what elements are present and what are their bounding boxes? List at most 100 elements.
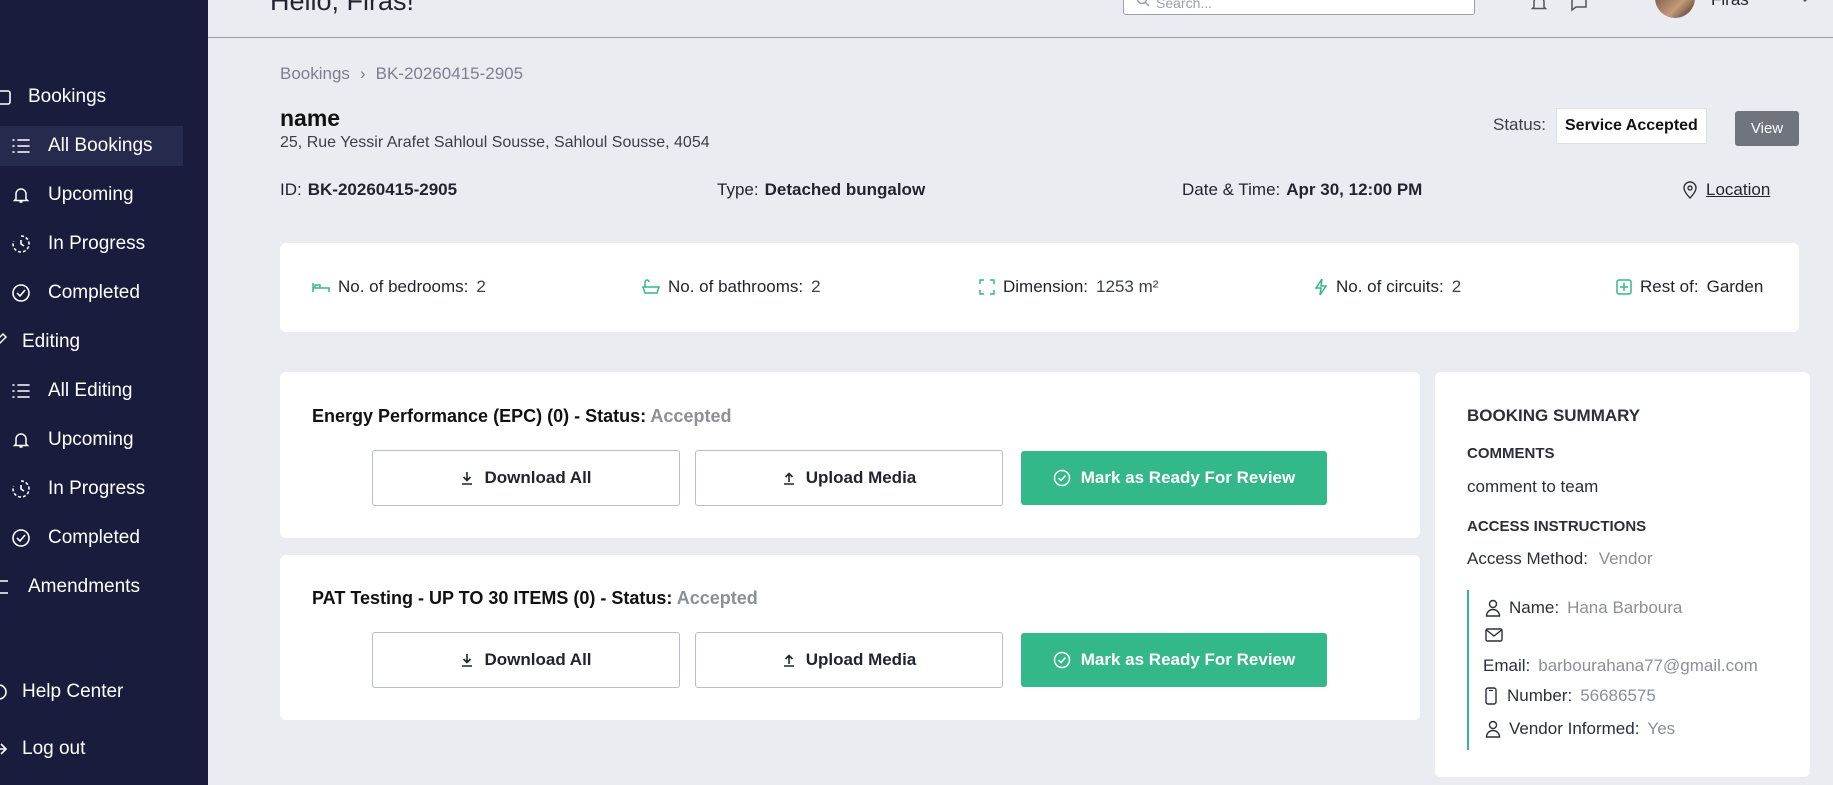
download-all-label: Download All (484, 468, 592, 487)
booking-summary-panel: BOOKING SUMMARY COMMENTS comment to team… (1435, 372, 1810, 777)
service-title: PAT Testing - UP TO 30 ITEMS (0) - Statu… (312, 588, 758, 609)
logout-link[interactable]: Log out (0, 729, 85, 769)
breadcrumb-bookings-link[interactable]: Bookings (280, 64, 350, 84)
dimension-detail: Dimension: 1253 m² (979, 277, 1158, 297)
help-center-link[interactable]: Help Center (0, 672, 123, 712)
access-heading: ACCESS INSTRUCTIONS (1467, 518, 1647, 535)
access-method-label: Access Method: (1467, 549, 1588, 568)
property-details: No. of bedrooms: 2 No. of bathrooms: 2 D… (280, 243, 1799, 332)
sidebar-item-completed[interactable]: Completed (10, 273, 140, 313)
booking-datetime-label: Date & Time: (1182, 180, 1281, 199)
rest-of-value: Garden (1706, 277, 1764, 296)
dimension-value: 1253 m² (1096, 277, 1159, 296)
booking-type-value: Detached bungalow (764, 180, 926, 199)
search-icon (1136, 0, 1150, 10)
bedrooms-label: No. of bedrooms: (338, 277, 469, 296)
booking-address: 25, Rue Yessir Arafet Sahloul Sousse, Sa… (280, 134, 710, 151)
vendor-email-value[interactable]: barbourahana77@gmail.com (1538, 656, 1758, 676)
vendor-informed-label: Vendor Informed: (1509, 719, 1640, 738)
mark-ready-button[interactable]: Mark as Ready For Review (1021, 451, 1327, 505)
sidebar-section-amendments[interactable]: Amendments (0, 567, 140, 607)
bathrooms-value: 2 (811, 277, 821, 296)
upload-media-button[interactable]: Upload Media (695, 450, 1003, 506)
access-method: Access Method: Vendor (1467, 549, 1653, 569)
upload-media-button[interactable]: Upload Media (695, 632, 1003, 688)
vendor-number-value: 56686575 (1580, 686, 1656, 705)
lightning-icon (1314, 278, 1328, 296)
logout-label: Log out (22, 738, 86, 759)
sidebar-item-all-editing[interactable]: All Editing (10, 371, 133, 411)
help-center-label: Help Center (22, 681, 124, 702)
location-link[interactable]: Location (1682, 180, 1770, 200)
check-circle-icon (10, 282, 32, 304)
check-circle-icon (1053, 651, 1070, 669)
comments-text: comment to team (1467, 477, 1599, 496)
view-button[interactable]: View (1735, 111, 1799, 146)
dimension-label: Dimension: (1003, 277, 1089, 296)
download-all-label: Download All (484, 650, 592, 669)
breadcrumb-separator: › (359, 64, 366, 83)
help-icon (0, 681, 10, 703)
vendor-number-label: Number: (1507, 686, 1573, 705)
greeting-text: Hello, Firas! (270, 0, 415, 16)
sidebar-section-editing[interactable]: Editing (0, 322, 80, 362)
mail-icon (1485, 628, 1503, 642)
sidebar-item-in-progress-editing[interactable]: In Progress (10, 469, 145, 509)
list-icon (10, 380, 32, 402)
clock-icon (10, 478, 32, 500)
rest-of-label: Rest of: (1640, 277, 1699, 296)
sidebar-item-label: Completed (48, 282, 140, 303)
download-all-button[interactable]: Download All (372, 450, 680, 506)
booking-type-label: Type: (717, 180, 759, 199)
sidebar-section-label: Amendments (28, 576, 140, 597)
location-label: Location (1706, 180, 1771, 199)
sidebar-item-all-bookings[interactable]: All Bookings (0, 126, 183, 166)
vendor-name-label: Name: (1509, 598, 1560, 617)
clock-icon (10, 233, 32, 255)
avatar[interactable] (1655, 0, 1695, 18)
booking-type: Type: Detached bungalow (717, 180, 925, 200)
notification-bell-icon[interactable] (1530, 0, 1548, 17)
rest-of-detail: Rest of: Garden (1616, 277, 1763, 297)
breadcrumb-current: BK-20260415-2905 (375, 64, 524, 83)
page-title: name (280, 105, 341, 131)
user-name[interactable]: Firas (1711, 0, 1749, 10)
sidebar-item-label: Upcoming (48, 184, 134, 205)
booking-id-label: ID: (280, 180, 302, 199)
mail-icon-row (1485, 628, 1503, 642)
service-card-epc: Energy Performance (EPC) (0) - Status: A… (280, 372, 1420, 538)
bathrooms-detail: No. of bathrooms: 2 (642, 277, 821, 297)
check-circle-icon (10, 527, 32, 549)
vendor-number-row: Number: 56686575 (1485, 686, 1656, 706)
sidebar-item-completed-editing[interactable]: Completed (10, 518, 140, 558)
chevron-down-icon[interactable] (1798, 0, 1812, 11)
sidebar-item-in-progress[interactable]: In Progress (10, 224, 145, 264)
vendor-name-value: Hana Barboura (1567, 598, 1683, 617)
download-all-button[interactable]: Download All (372, 632, 680, 688)
sidebar-section-bookings[interactable]: Bookings (0, 77, 106, 117)
upload-media-label: Upload Media (805, 468, 917, 487)
service-card-pat: PAT Testing - UP TO 30 ITEMS (0) - Statu… (280, 555, 1420, 720)
sidebar-item-upcoming[interactable]: Upcoming (10, 175, 134, 215)
service-status: Accepted (676, 588, 758, 608)
sidebar-item-label: All Editing (48, 380, 133, 401)
service-title-text: Energy Performance (EPC) (0) - Status: (312, 406, 647, 426)
booking-datetime-value: Apr 30, 12:00 PM (1286, 180, 1423, 199)
mark-ready-button[interactable]: Mark as Ready For Review (1021, 633, 1327, 687)
vendor-informed-row: Vendor Informed: Yes (1485, 719, 1675, 739)
bathrooms-label: No. of bathrooms: (668, 277, 804, 296)
sidebar-item-label: All Bookings (48, 135, 153, 156)
plus-square-icon (1616, 279, 1632, 295)
vendor-details: Name: Hana Barboura Email: barbourahana7… (1467, 590, 1797, 750)
search-input[interactable]: Search... (1123, 0, 1475, 15)
vendor-email-label: Email: (1483, 656, 1531, 675)
booking-datetime: Date & Time: Apr 30, 12:00 PM (1182, 180, 1422, 200)
circuits-value: 2 (1451, 277, 1462, 296)
sidebar-item-upcoming-editing[interactable]: Upcoming (10, 420, 134, 460)
circuits-detail: No. of circuits: 2 (1314, 277, 1461, 297)
user-icon (1485, 720, 1501, 738)
message-icon[interactable] (1570, 0, 1588, 17)
sidebar-section-label: Editing (22, 331, 81, 352)
access-method-value: Vendor (1598, 549, 1653, 568)
search-placeholder: Search... (1156, 0, 1213, 11)
